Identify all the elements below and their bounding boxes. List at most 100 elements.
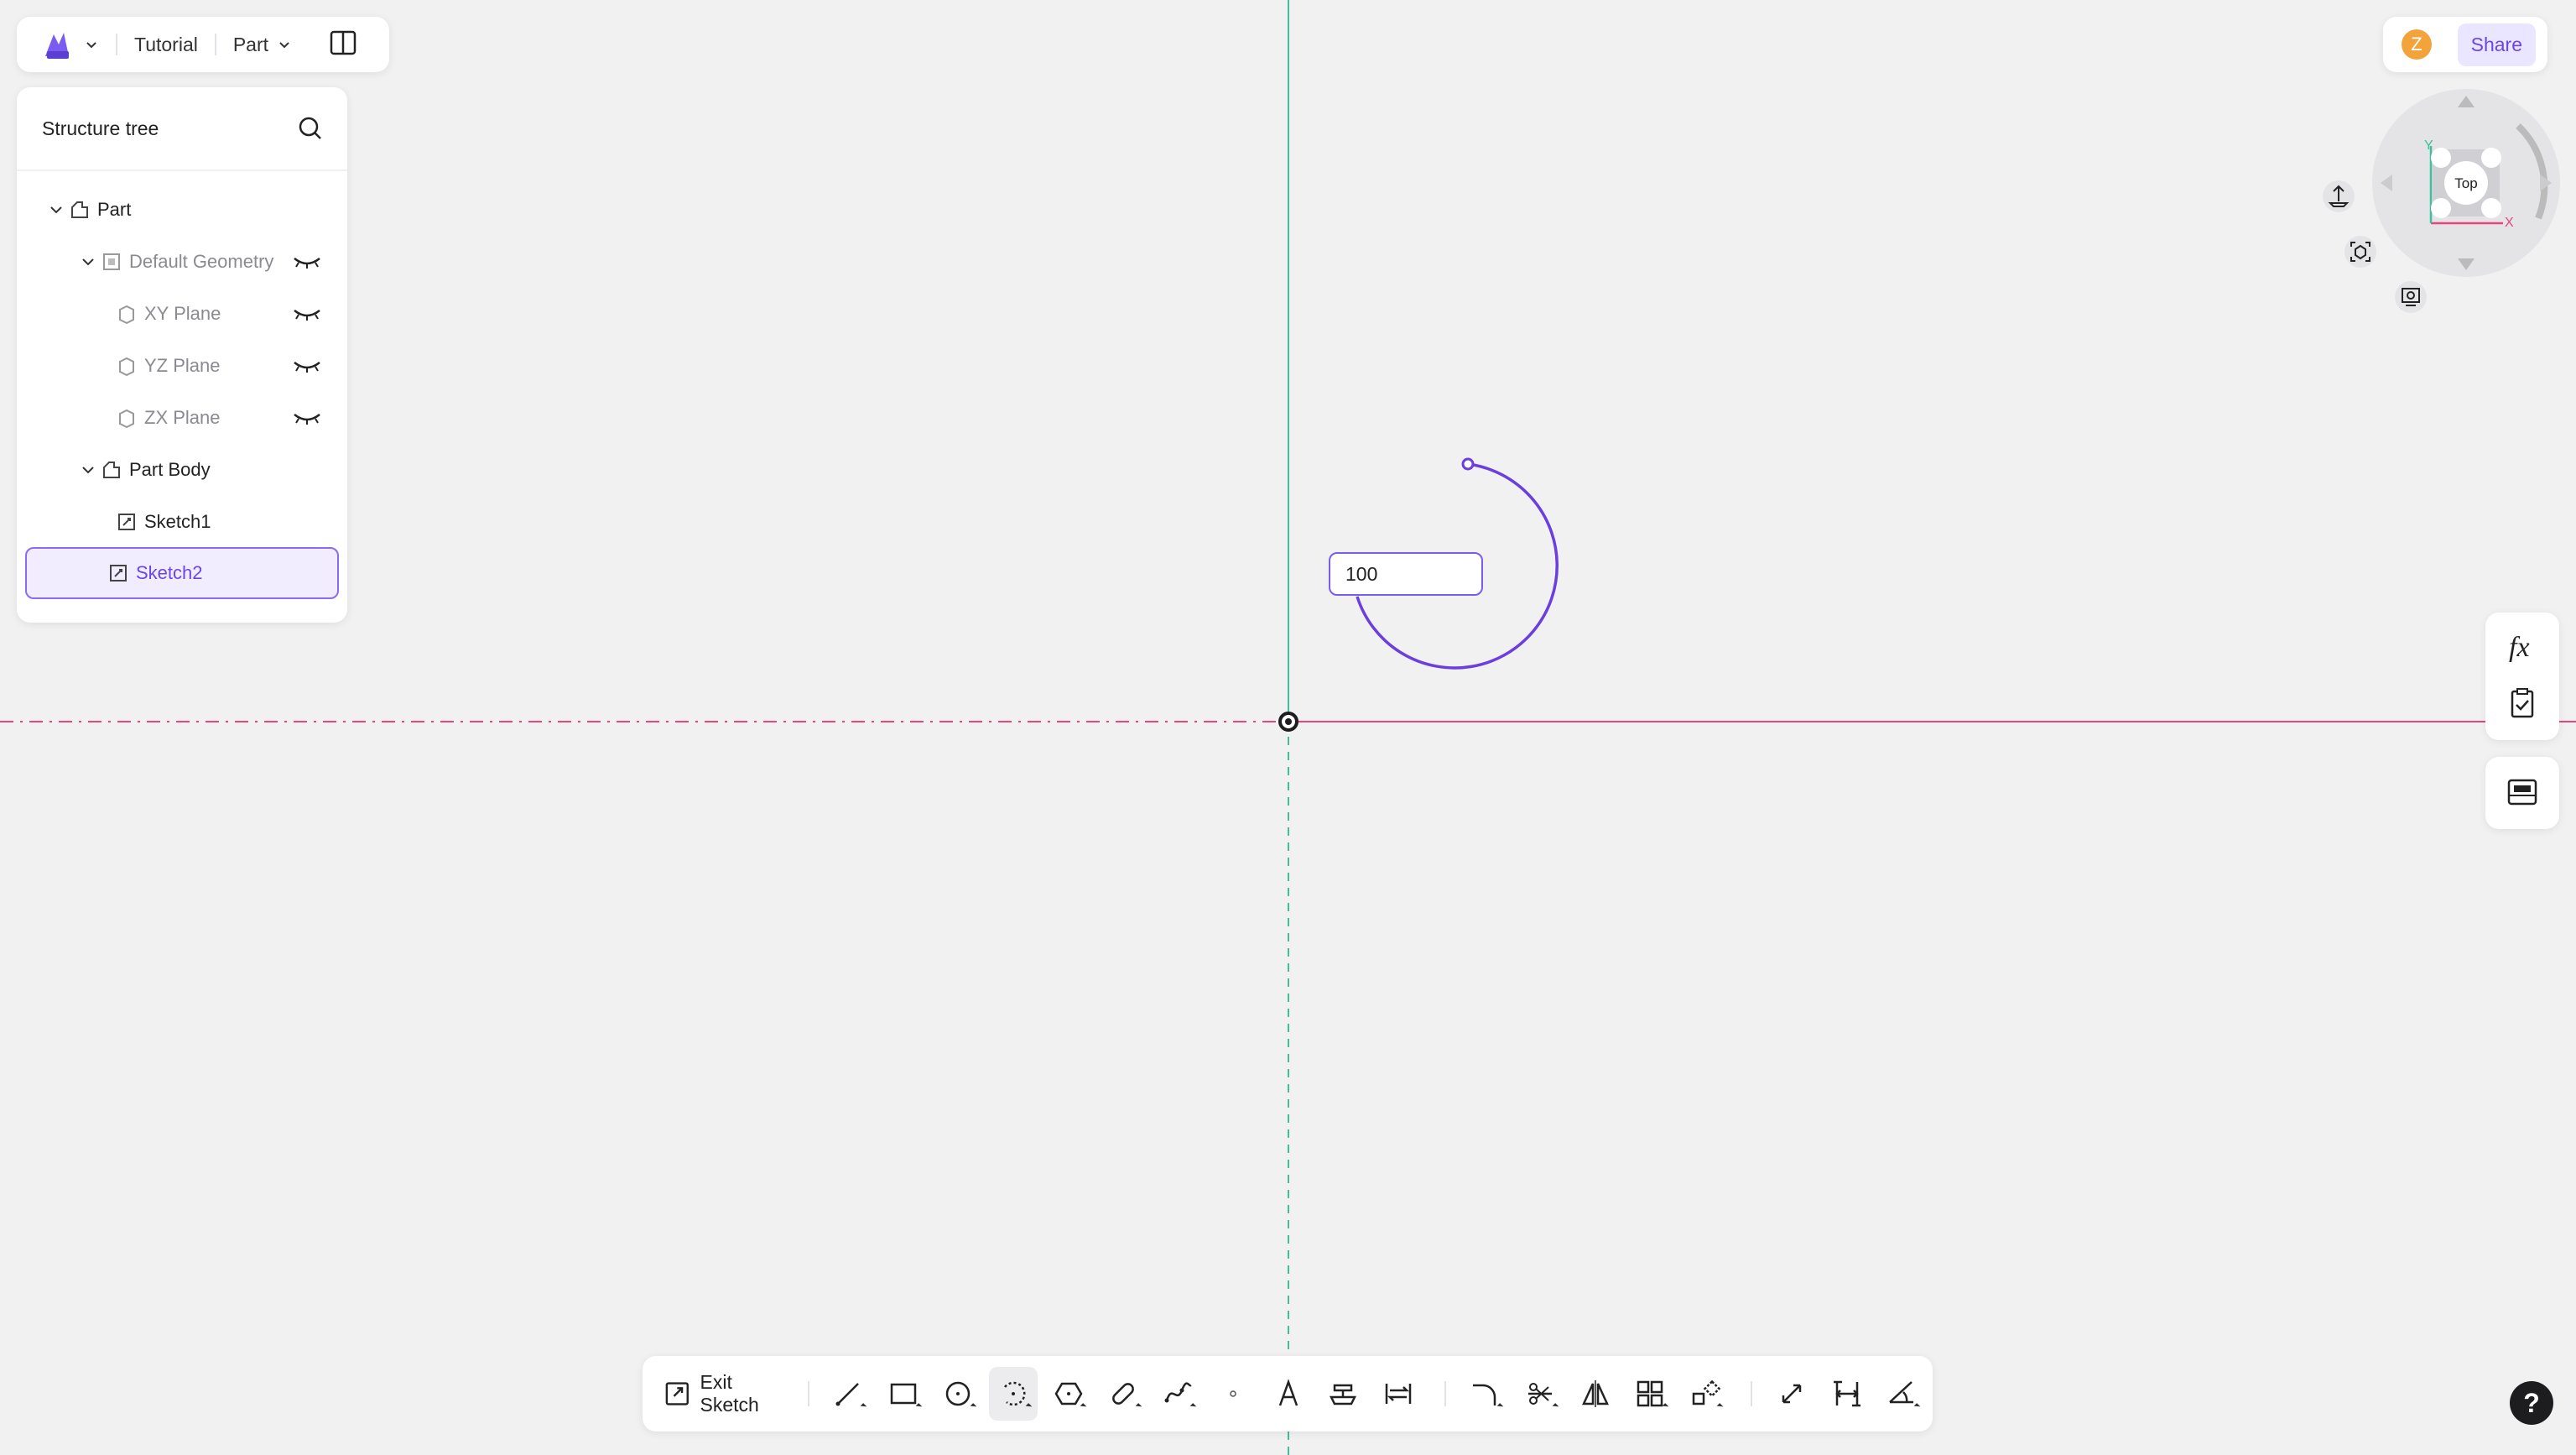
- help-button[interactable]: ?: [2510, 1381, 2553, 1425]
- origin-point[interactable]: [1278, 712, 1298, 732]
- sketch-canvas[interactable]: [0, 0, 2576, 1455]
- aligned-dimension-icon: [1782, 1384, 1802, 1404]
- toggle-panel-button[interactable]: [329, 29, 357, 61]
- text-icon: [1278, 1379, 1298, 1406]
- fillet-icon: [1473, 1384, 1496, 1405]
- arc-icon: [1003, 1381, 1026, 1406]
- spline-tool-button[interactable]: [1154, 1367, 1203, 1421]
- exit-sketch-icon: [665, 1382, 689, 1405]
- normal-to-icon[interactable]: [2322, 180, 2355, 213]
- breadcrumb-tutorial[interactable]: Tutorial: [134, 34, 198, 56]
- sketch-icon: [110, 565, 127, 581]
- dimension-input[interactable]: 100: [1329, 552, 1483, 596]
- right-tool-panel-2: [2485, 757, 2559, 829]
- divider: [1751, 1381, 1753, 1406]
- tree-item-label: Sketch2: [136, 562, 203, 583]
- exit-sketch-button[interactable]: Exit Sketch: [664, 1371, 793, 1416]
- tree-item-label: ZX Plane: [144, 407, 221, 428]
- display-mode-icon[interactable]: [2394, 280, 2428, 314]
- view-cube[interactable]: Top: [2431, 148, 2501, 218]
- divider: [807, 1381, 809, 1406]
- mirror-tool-button[interactable]: [1571, 1367, 1620, 1421]
- chevron-down-icon[interactable]: [49, 202, 64, 217]
- point-tool-button[interactable]: [1209, 1367, 1257, 1421]
- exit-sketch-label: Exit Sketch: [700, 1371, 759, 1416]
- part-icon: [71, 201, 88, 218]
- pattern-tool-button[interactable]: [1626, 1367, 1674, 1421]
- tree-item-sketch1[interactable]: Sketch1: [25, 497, 339, 547]
- transform-tool-button[interactable]: [1681, 1367, 1730, 1421]
- point-icon: [1230, 1390, 1236, 1397]
- tree-item-sketch2[interactable]: Sketch2: [25, 547, 339, 599]
- tree-item-xy-plane[interactable]: XY Plane: [25, 289, 339, 339]
- properties-panel-icon[interactable]: [2506, 775, 2539, 809]
- slot-tool-button[interactable]: [1099, 1367, 1147, 1421]
- spline-icon: [1164, 1382, 1192, 1403]
- tree-item-zx-plane[interactable]: ZX Plane: [25, 393, 339, 443]
- part-dropdown[interactable]: Part: [233, 34, 292, 56]
- linear-dimension-tool-button[interactable]: [1823, 1367, 1871, 1421]
- tree-item-part-body[interactable]: Part Body: [25, 445, 339, 495]
- text-tool-button[interactable]: [1264, 1367, 1313, 1421]
- project-tool-button[interactable]: [1319, 1367, 1368, 1421]
- transform-icon: [1692, 1379, 1720, 1405]
- convert-icon: [1385, 1384, 1412, 1404]
- part-dropdown-label: Part: [232, 33, 269, 55]
- tree-item-label: Sketch1: [144, 511, 211, 532]
- chevron-down-icon[interactable]: [81, 462, 96, 477]
- app-logo-icon: [45, 33, 69, 59]
- line-tool-button[interactable]: [825, 1367, 873, 1421]
- plane-icon: [119, 305, 134, 325]
- tree-item-yz-plane[interactable]: YZ Plane: [25, 341, 339, 391]
- app-logo-menu[interactable]: [42, 28, 99, 61]
- right-tool-panel: fx: [2485, 613, 2559, 740]
- angle-dimension-tool-button[interactable]: [1877, 1367, 1926, 1421]
- top-bar: Tutorial Part: [17, 17, 389, 72]
- sketch-toolbar: Exit Sketch: [643, 1356, 1933, 1432]
- divider: [1444, 1381, 1446, 1406]
- hidden-eye-icon[interactable]: [292, 253, 322, 270]
- geometry-icon: [103, 253, 120, 270]
- svg-text:fx: fx: [2509, 632, 2530, 663]
- trim-tool-button[interactable]: [1516, 1367, 1564, 1421]
- divider: [116, 34, 117, 55]
- structure-tree-title: Structure tree: [42, 117, 159, 139]
- tree-item-label: Part Body: [129, 459, 211, 480]
- fillet-tool-button[interactable]: [1461, 1367, 1510, 1421]
- share-button[interactable]: Share: [2457, 23, 2536, 66]
- hidden-eye-icon[interactable]: [292, 409, 322, 426]
- tree-item-part[interactable]: Part: [25, 185, 339, 235]
- mirror-icon: [1581, 1380, 1609, 1407]
- tree-item-label: YZ Plane: [144, 355, 221, 376]
- polygon-tool-button[interactable]: [1044, 1367, 1093, 1421]
- tree-item-label: XY Plane: [144, 303, 221, 324]
- arc-tool-button[interactable]: [989, 1367, 1038, 1421]
- plane-icon: [119, 409, 134, 429]
- fit-view-icon[interactable]: [2344, 235, 2377, 269]
- structure-tree-header: Structure tree: [17, 87, 347, 171]
- chevron-down-icon: [279, 42, 289, 49]
- search-icon[interactable]: [297, 115, 324, 142]
- formula-icon[interactable]: fx: [2506, 629, 2539, 663]
- rectangle-tool-button[interactable]: [879, 1367, 928, 1421]
- share-bar: Z Share: [2383, 17, 2547, 72]
- linear-dimension-icon: [1833, 1380, 1860, 1407]
- body-icon: [103, 462, 120, 478]
- hidden-eye-icon[interactable]: [292, 357, 322, 374]
- slot-icon: [1112, 1383, 1135, 1405]
- sketch-icon: [118, 514, 135, 530]
- view-cube-face-label: Top: [2454, 175, 2477, 191]
- trim-icon: [1527, 1383, 1552, 1405]
- tree-item-default-geometry[interactable]: Default Geometry: [25, 237, 339, 287]
- checklist-icon[interactable]: [2506, 686, 2539, 720]
- convert-tool-button[interactable]: [1374, 1367, 1423, 1421]
- chevron-down-icon: [86, 42, 96, 49]
- project-icon: [1330, 1384, 1357, 1405]
- arc-start-point[interactable]: [1461, 457, 1475, 471]
- avatar[interactable]: Z: [2402, 29, 2432, 60]
- structure-tree-panel: Structure tree Part Default Geometry XY …: [17, 87, 347, 623]
- aligned-dimension-tool-button[interactable]: [1767, 1367, 1816, 1421]
- circle-tool-button[interactable]: [934, 1367, 983, 1421]
- hidden-eye-icon[interactable]: [292, 305, 322, 322]
- chevron-down-icon[interactable]: [81, 254, 96, 269]
